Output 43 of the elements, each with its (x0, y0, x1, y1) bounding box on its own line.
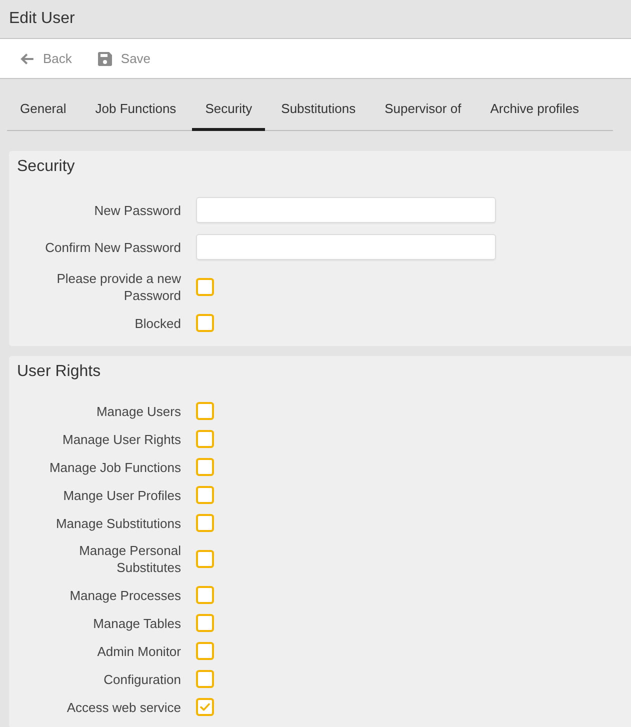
field-label: Mange User Profiles (62, 486, 181, 504)
field-label: New Password (93, 202, 181, 218)
checkbox[interactable] (196, 614, 214, 632)
save-button[interactable]: Save (96, 49, 153, 68)
field-label: Confirm New Password (44, 238, 181, 256)
password-field[interactable] (196, 197, 496, 223)
checkbox[interactable] (196, 670, 214, 688)
checkbox[interactable] (196, 550, 214, 568)
password-field[interactable] (196, 234, 496, 260)
field-label: Admin Monitor (96, 642, 181, 660)
checkbox[interactable] (196, 642, 214, 660)
tab[interactable]: Security (192, 90, 266, 131)
field-label: Configuration (102, 670, 181, 688)
tab[interactable]: Archive profiles (477, 90, 592, 131)
field-label: Blocked (134, 314, 181, 332)
checkmark-icon (200, 703, 210, 711)
checkbox[interactable] (196, 698, 214, 716)
field-label: Manage Personal Substitutes (78, 542, 181, 576)
back-button[interactable]: Back (18, 49, 74, 68)
field-label: Manage Users (95, 402, 181, 420)
section-heading: User Rights (16, 362, 102, 382)
checkbox[interactable] (196, 514, 214, 532)
window-title: Edit User (9, 10, 75, 28)
checkbox[interactable] (196, 278, 214, 296)
tab[interactable]: Supervisor of (372, 90, 474, 131)
checkbox[interactable] (196, 458, 214, 476)
checkbox[interactable] (196, 486, 214, 504)
checkbox[interactable] (196, 586, 214, 604)
checkbox[interactable] (196, 314, 214, 332)
field-label: Please provide a new Password (56, 270, 181, 304)
checkbox[interactable] (196, 402, 214, 420)
field-label: Manage Substitutions (54, 514, 181, 532)
field-label: Manage Processes (68, 586, 181, 604)
tab[interactable]: Substitutions (268, 90, 369, 131)
tab[interactable]: Job Functions (82, 90, 190, 131)
arrow-left-icon (20, 52, 34, 64)
field-label: Manage User Rights (62, 430, 181, 448)
field-label: Access web service (66, 698, 181, 716)
field-label: Manage Tables (92, 614, 181, 632)
tab[interactable]: General (7, 90, 80, 131)
checkbox[interactable] (196, 430, 214, 448)
section-heading: Security (16, 157, 76, 177)
field-label: Manage Job Functions (48, 458, 181, 476)
